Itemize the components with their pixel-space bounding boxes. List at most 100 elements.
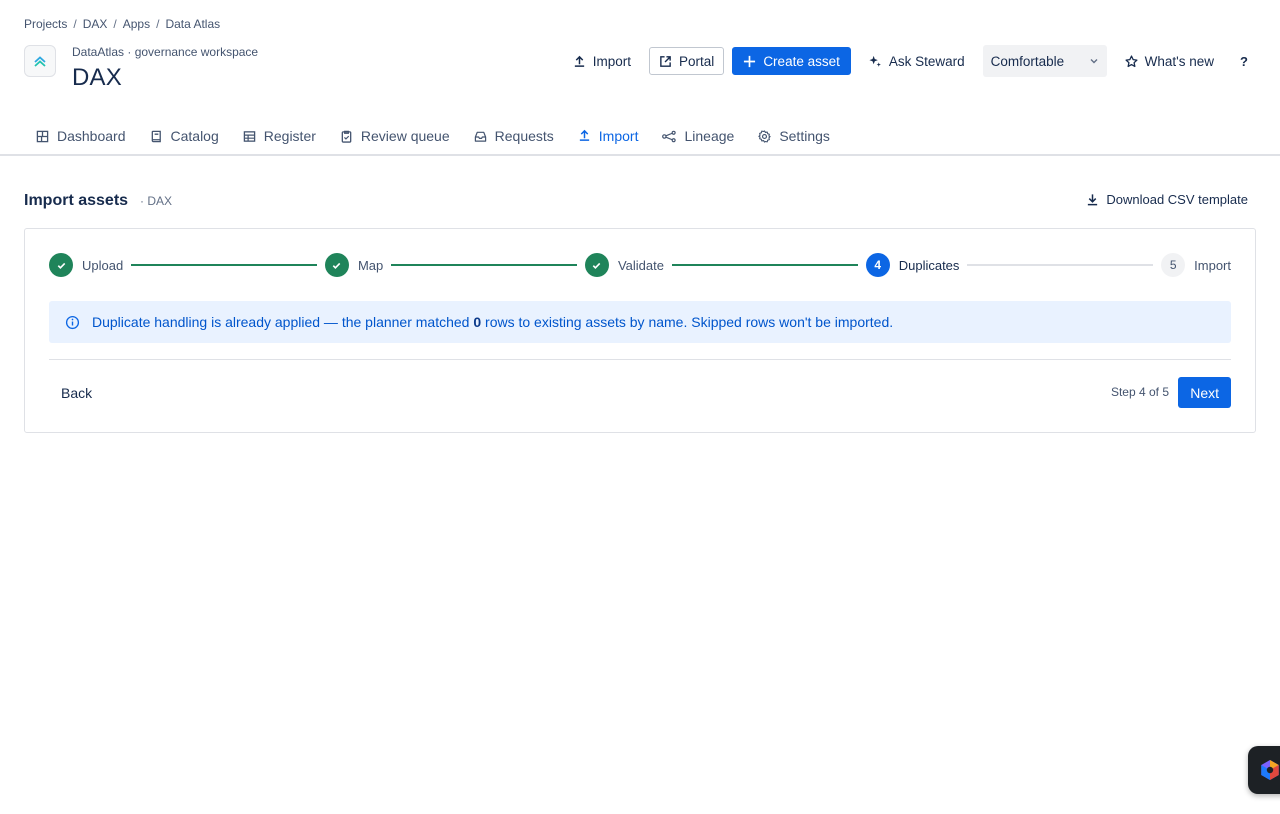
info-banner-text-end: rows to existing assets by name. Skipped…	[481, 314, 894, 330]
download-csv-template-button[interactable]: Download CSV template	[1086, 192, 1248, 207]
step-status	[324, 253, 349, 277]
check-icon	[57, 262, 65, 269]
app-logo	[24, 45, 56, 77]
section-header: Import assets · DAX	[24, 192, 172, 210]
chevrons-up-icon	[34, 56, 46, 67]
step-label: Import	[1194, 257, 1231, 273]
back-button[interactable]: Back	[53, 377, 100, 409]
tab-label: Review queue	[360, 128, 450, 144]
check-icon	[333, 262, 341, 269]
breadcrumb-data-atlas[interactable]: Data Atlas	[165, 17, 220, 31]
book-icon	[151, 130, 161, 142]
tab-label: Import	[598, 127, 639, 144]
download-icon	[1088, 194, 1098, 206]
import-button-label: Import	[592, 53, 632, 69]
import-button[interactable]: Import	[563, 47, 641, 75]
tab-settings[interactable]: Settings	[746, 117, 842, 155]
info-icon	[65, 315, 80, 329]
upload-icon	[579, 129, 589, 141]
assistant-logo-icon	[1261, 760, 1279, 780]
step-connector	[967, 264, 1154, 266]
step-connector	[671, 264, 858, 266]
step-label: Duplicates	[898, 257, 960, 273]
tab-label: Dashboard	[57, 128, 126, 144]
download-csv-template-label: Download CSV template	[1106, 192, 1248, 207]
step-label: Map	[357, 257, 384, 273]
step-counter: Step 4 of 5	[1110, 385, 1169, 399]
step-label: Validate	[617, 257, 664, 273]
step-status	[584, 253, 609, 277]
breadcrumb-separator: /	[156, 17, 160, 31]
step-label: Upload	[82, 257, 124, 273]
tab-label: Lineage	[684, 128, 735, 144]
info-banner: Duplicate handling is already applied — …	[49, 301, 1231, 343]
star-icon	[1125, 54, 1138, 67]
stepper: Upload Map Validate 4 Duplicates 5 Impor…	[49, 253, 1231, 277]
table-icon	[243, 130, 256, 142]
app-subtitle: DataAtlas · governance workspace	[72, 45, 259, 59]
breadcrumb-separator: /	[113, 17, 117, 31]
tab-label: Catalog	[170, 128, 219, 144]
step-status	[49, 253, 73, 277]
chevron-down-icon	[1090, 59, 1098, 64]
breadcrumb-projects[interactable]: Projects	[24, 17, 67, 31]
step-import: 5 Import	[1161, 253, 1231, 277]
create-asset-button-label: Create asset	[763, 53, 840, 69]
tab-dashboard[interactable]: Dashboard	[24, 117, 138, 155]
assistant-launcher-button[interactable]	[1248, 746, 1280, 794]
portal-button-label: Portal	[679, 53, 715, 69]
density-select[interactable]: Comfortable	[982, 45, 1107, 77]
plus-icon	[744, 55, 756, 67]
tab-catalog[interactable]: Catalog	[138, 117, 231, 155]
page-title: DAX	[72, 64, 122, 91]
ask-steward-button-label: Ask Steward	[888, 53, 965, 69]
whats-new-button[interactable]: What's new	[1115, 47, 1224, 75]
section-title: Import assets	[24, 192, 129, 209]
clipboard-check-icon	[341, 130, 352, 143]
whats-new-button-label: What's new	[1144, 53, 1214, 69]
info-banner-text: Duplicate handling is already applied — …	[92, 314, 893, 330]
ask-steward-button[interactable]: Ask Steward	[859, 47, 975, 75]
breadcrumb-apps[interactable]: Apps	[123, 17, 150, 31]
portal-button[interactable]: Portal	[649, 47, 725, 75]
gear-icon	[758, 129, 771, 143]
breadcrumb: Projects / DAX / Apps / Data Atlas	[24, 17, 220, 31]
step-connector	[391, 264, 577, 266]
breadcrumb-dax[interactable]: DAX	[83, 17, 108, 31]
upload-icon	[574, 55, 584, 67]
tab-requests[interactable]: Requests	[462, 117, 566, 155]
tab-review-queue[interactable]: Review queue	[328, 117, 462, 155]
breadcrumb-separator: /	[73, 17, 77, 31]
header-actions: Import Portal Create asset Ask Steward C…	[563, 45, 1256, 77]
step-connector	[131, 264, 317, 266]
sparkle-icon	[869, 55, 881, 67]
step-number: 5	[1161, 253, 1186, 277]
density-select-value: Comfortable	[990, 53, 1065, 69]
step-upload[interactable]: Upload	[49, 253, 123, 277]
info-banner-text-start: Duplicate handling is already applied — …	[92, 314, 474, 330]
dashboard-icon	[36, 130, 49, 142]
tab-label: Requests	[494, 128, 554, 144]
tab-register[interactable]: Register	[231, 117, 328, 155]
lineage-icon	[662, 130, 677, 142]
inbox-icon	[474, 131, 486, 142]
tab-lineage[interactable]: Lineage	[650, 117, 746, 155]
help-button[interactable]: ?	[1232, 47, 1256, 75]
check-icon	[593, 262, 601, 269]
card-divider	[49, 359, 1231, 360]
next-button[interactable]: Next	[1178, 377, 1231, 408]
step-map[interactable]: Map	[324, 253, 384, 277]
step-number: 4	[865, 253, 890, 277]
create-asset-button[interactable]: Create asset	[732, 47, 851, 75]
matched-row-count: 0	[473, 314, 482, 330]
section-context: · DAX	[140, 194, 173, 208]
step-validate[interactable]: Validate	[584, 253, 664, 277]
tab-bar: Dashboard Catalog Register Review queue …	[24, 117, 842, 156]
tab-label: Settings	[779, 128, 830, 144]
import-wizard-card: Upload Map Validate 4 Duplicates 5 Impor…	[24, 228, 1256, 433]
tab-bar-divider	[0, 154, 1280, 156]
external-link-icon	[660, 55, 671, 67]
tab-import[interactable]: Import	[565, 117, 651, 156]
tab-label: Register	[263, 128, 316, 144]
step-duplicates[interactable]: 4 Duplicates	[865, 253, 960, 277]
